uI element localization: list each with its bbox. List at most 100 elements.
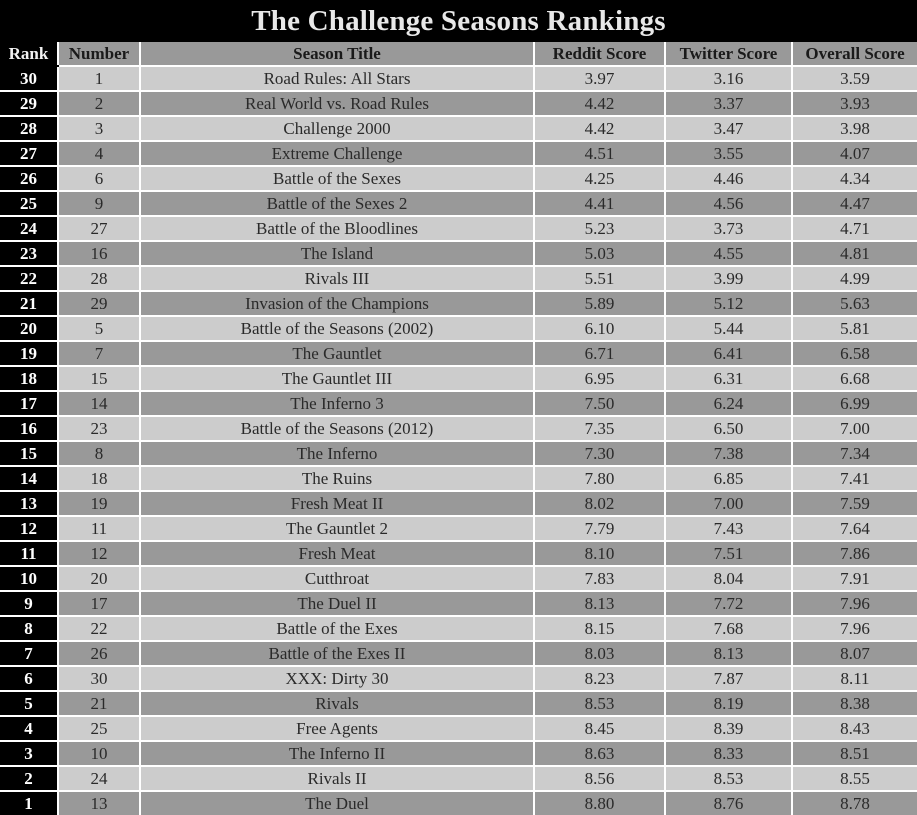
cell-twitter-score: 6.41 xyxy=(665,341,793,367)
cell-rank: 16 xyxy=(0,416,59,442)
cell-overall-score: 8.38 xyxy=(792,691,917,717)
table-row[interactable]: 28 3 Challenge 2000 4.42 3.47 3.98 xyxy=(0,116,917,142)
table-row[interactable]: 6 30 XXX: Dirty 30 8.23 7.87 8.11 xyxy=(0,666,917,692)
table-row[interactable]: 26 6 Battle of the Sexes 4.25 4.46 4.34 xyxy=(0,166,917,192)
cell-twitter-score: 8.33 xyxy=(665,741,793,767)
cell-reddit-score: 8.02 xyxy=(534,491,666,517)
cell-reddit-score: 7.83 xyxy=(534,566,666,592)
cell-reddit-score: 8.63 xyxy=(534,741,666,767)
table-row[interactable]: 24 27 Battle of the Bloodlines 5.23 3.73 4.71 xyxy=(0,216,917,242)
cell-rank: 11 xyxy=(0,541,59,567)
cell-number: 20 xyxy=(58,566,141,592)
cell-overall-score: 4.99 xyxy=(792,266,917,292)
table-row[interactable]: 15 8 The Inferno 7.30 7.38 7.34 xyxy=(0,441,917,467)
column-header-title[interactable]: Season Title xyxy=(140,42,535,67)
table-row[interactable]: 19 7 The Gauntlet 6.71 6.41 6.58 xyxy=(0,341,917,367)
cell-overall-score: 4.34 xyxy=(792,166,917,192)
cell-number: 4 xyxy=(58,141,141,167)
table-row[interactable]: 14 18 The Ruins 7.80 6.85 7.41 xyxy=(0,466,917,492)
cell-number: 10 xyxy=(58,741,141,767)
cell-season-title: Fresh Meat II xyxy=(140,491,535,517)
header-row: Rank Number Season Title Reddit Score Tw… xyxy=(0,42,917,67)
table-row[interactable]: 4 25 Free Agents 8.45 8.39 8.43 xyxy=(0,716,917,742)
cell-overall-score: 7.96 xyxy=(792,591,917,617)
cell-rank: 12 xyxy=(0,516,59,542)
table-row[interactable]: 3 10 The Inferno II 8.63 8.33 8.51 xyxy=(0,741,917,767)
table-row[interactable]: 7 26 Battle of the Exes II 8.03 8.13 8.07 xyxy=(0,641,917,667)
table-row[interactable]: 25 9 Battle of the Sexes 2 4.41 4.56 4.47 xyxy=(0,191,917,217)
table-row[interactable]: 12 11 The Gauntlet 2 7.79 7.43 7.64 xyxy=(0,516,917,542)
cell-rank: 10 xyxy=(0,566,59,592)
table-row[interactable]: 18 15 The Gauntlet III 6.95 6.31 6.68 xyxy=(0,366,917,392)
cell-twitter-score: 4.56 xyxy=(665,191,793,217)
cell-twitter-score: 6.85 xyxy=(665,466,793,492)
cell-number: 22 xyxy=(58,616,141,642)
cell-season-title: The Inferno II xyxy=(140,741,535,767)
cell-overall-score: 4.81 xyxy=(792,241,917,267)
table-row[interactable]: 16 23 Battle of the Seasons (2012) 7.35 6.50… xyxy=(0,416,917,442)
table-row[interactable]: 21 29 Invasion of the Champions 5.89 5.12 5.6… xyxy=(0,291,917,317)
cell-number: 16 xyxy=(58,241,141,267)
cell-overall-score: 7.34 xyxy=(792,441,917,467)
cell-rank: 26 xyxy=(0,166,59,192)
column-header-twitter[interactable]: Twitter Score xyxy=(665,42,793,67)
table-row[interactable]: 13 19 Fresh Meat II 8.02 7.00 7.59 xyxy=(0,491,917,517)
cell-number: 29 xyxy=(58,291,141,317)
cell-rank: 20 xyxy=(0,316,59,342)
cell-reddit-score: 8.80 xyxy=(534,791,666,815)
cell-reddit-score: 4.25 xyxy=(534,166,666,192)
table-row[interactable]: 11 12 Fresh Meat 8.10 7.51 7.86 xyxy=(0,541,917,567)
cell-twitter-score: 7.00 xyxy=(665,491,793,517)
table-row[interactable]: 22 28 Rivals III 5.51 3.99 4.99 xyxy=(0,266,917,292)
table-row[interactable]: 9 17 The Duel II 8.13 7.72 7.96 xyxy=(0,591,917,617)
table-row[interactable]: 8 22 Battle of the Exes 8.15 7.68 7.96 xyxy=(0,616,917,642)
cell-reddit-score: 8.10 xyxy=(534,541,666,567)
cell-number: 3 xyxy=(58,116,141,142)
cell-overall-score: 8.51 xyxy=(792,741,917,767)
column-header-rank[interactable]: Rank xyxy=(0,42,59,67)
cell-rank: 30 xyxy=(0,66,59,92)
table-row[interactable]: 29 2 Real World vs. Road Rules 4.42 3.37 3.93 xyxy=(0,91,917,117)
title-band: The Challenge Seasons Rankings xyxy=(0,0,917,42)
table-row[interactable]: 23 16 The Island 5.03 4.55 4.81 xyxy=(0,241,917,267)
cell-reddit-score: 8.56 xyxy=(534,766,666,792)
cell-twitter-score: 3.47 xyxy=(665,116,793,142)
table-row[interactable]: 1 13 The Duel 8.80 8.76 8.78 xyxy=(0,791,917,815)
table-row[interactable]: 27 4 Extreme Challenge 4.51 3.55 4.07 xyxy=(0,141,917,167)
table-row[interactable]: 5 21 Rivals 8.53 8.19 8.38 xyxy=(0,691,917,717)
table-row[interactable]: 30 1 Road Rules: All Stars 3.97 3.16 3.59 xyxy=(0,66,917,92)
table-body: 30 1 Road Rules: All Stars 3.97 3.16 3.59 29 2 R… xyxy=(0,66,917,815)
cell-rank: 17 xyxy=(0,391,59,417)
cell-overall-score: 7.41 xyxy=(792,466,917,492)
column-header-overall[interactable]: Overall Score xyxy=(792,42,917,67)
cell-reddit-score: 7.80 xyxy=(534,466,666,492)
cell-number: 5 xyxy=(58,316,141,342)
column-header-reddit[interactable]: Reddit Score xyxy=(534,42,666,67)
cell-twitter-score: 7.51 xyxy=(665,541,793,567)
cell-twitter-score: 3.16 xyxy=(665,66,793,92)
cell-number: 14 xyxy=(58,391,141,417)
cell-season-title: Invasion of the Champions xyxy=(140,291,535,317)
cell-twitter-score: 4.55 xyxy=(665,241,793,267)
cell-rank: 2 xyxy=(0,766,59,792)
cell-twitter-score: 7.72 xyxy=(665,591,793,617)
cell-season-title: The Gauntlet 2 xyxy=(140,516,535,542)
table-header: Rank Number Season Title Reddit Score Tw… xyxy=(0,42,917,67)
cell-reddit-score: 5.89 xyxy=(534,291,666,317)
cell-twitter-score: 6.31 xyxy=(665,366,793,392)
table-row[interactable]: 10 20 Cutthroat 7.83 8.04 7.91 xyxy=(0,566,917,592)
cell-twitter-score: 5.44 xyxy=(665,316,793,342)
cell-overall-score: 4.47 xyxy=(792,191,917,217)
cell-season-title: The Ruins xyxy=(140,466,535,492)
cell-twitter-score: 7.68 xyxy=(665,616,793,642)
table-row[interactable]: 20 5 Battle of the Seasons (2002) 6.10 5.44 5… xyxy=(0,316,917,342)
cell-rank: 29 xyxy=(0,91,59,117)
cell-number: 26 xyxy=(58,641,141,667)
table-row[interactable]: 17 14 The Inferno 3 7.50 6.24 6.99 xyxy=(0,391,917,417)
cell-overall-score: 8.43 xyxy=(792,716,917,742)
table-row[interactable]: 2 24 Rivals II 8.56 8.53 8.55 xyxy=(0,766,917,792)
cell-twitter-score: 8.13 xyxy=(665,641,793,667)
cell-season-title: Free Agents xyxy=(140,716,535,742)
cell-rank: 28 xyxy=(0,116,59,142)
column-header-number[interactable]: Number xyxy=(58,42,141,67)
